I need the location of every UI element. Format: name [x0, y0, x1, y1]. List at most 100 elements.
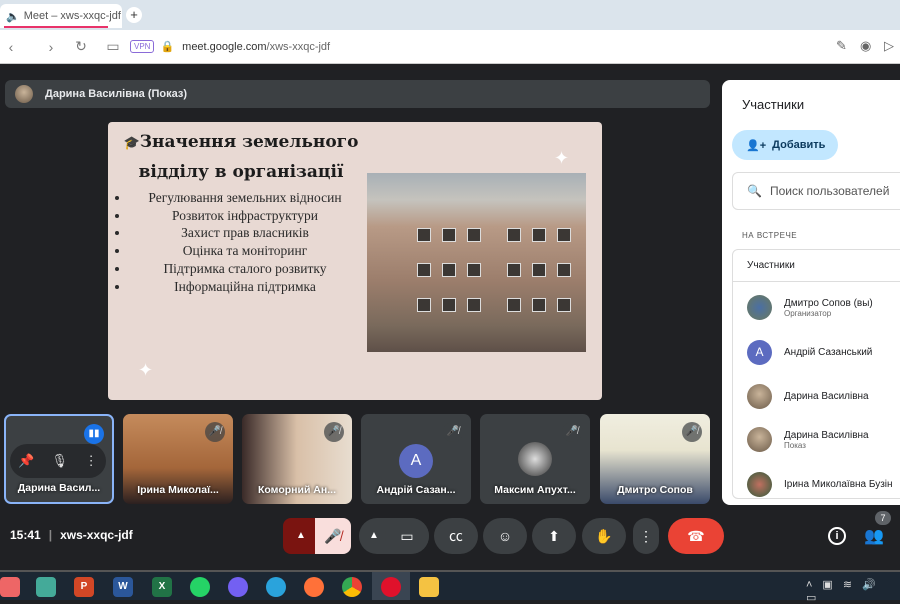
- search-placeholder: Поиск пользователей: [769, 184, 890, 198]
- captions-button[interactable]: ㏄: [434, 518, 478, 554]
- send-icon[interactable]: ▷: [884, 38, 894, 54]
- participant-name: Дмитро Сопов (вы): [784, 297, 873, 309]
- more-icon: ⋮: [639, 528, 653, 544]
- back-icon[interactable]: ‹: [0, 39, 22, 55]
- search-input[interactable]: 🔍 Поиск пользователей: [732, 172, 900, 210]
- url-field[interactable]: meet.google.com/xws-xxqc-jdf: [182, 41, 330, 53]
- meeting-time: 15:41: [10, 528, 41, 542]
- mic-icon[interactable]: 🎙: [51, 453, 68, 469]
- opera-icon[interactable]: [381, 577, 401, 597]
- participant-role: Организатор: [784, 308, 832, 318]
- participant-name: Дарина Василівна: [784, 391, 869, 402]
- reactions-button[interactable]: ☺: [483, 518, 527, 554]
- vpn-badge[interactable]: VPN: [130, 40, 155, 53]
- avatar: [747, 472, 772, 497]
- tile-name: Дарина Васил...: [17, 482, 101, 494]
- tile-name: Ірина Миколаї...: [137, 484, 219, 496]
- tile-name: Коморний Ан...: [258, 484, 336, 496]
- mic-off-icon: 🎤̸: [682, 422, 702, 442]
- participant-name: Дарина Василівна: [784, 429, 869, 441]
- meeting-info: 15:41 | xws-xxqc-jdf: [10, 528, 133, 542]
- more-icon[interactable]: ⋮: [85, 453, 98, 469]
- camera-button[interactable]: ▭: [385, 518, 429, 554]
- speaking-icon: ▮▮: [84, 424, 104, 444]
- participant-tile[interactable]: 🎤̸ Максим Апухт...: [480, 414, 590, 504]
- tab-recording-indicator: [4, 26, 108, 28]
- firefox-icon[interactable]: [304, 577, 324, 597]
- participant-count-badge: 7: [875, 511, 891, 525]
- taskbar: P W X ˄▣≋🔊▭: [0, 570, 900, 604]
- add-person-icon: 👤+: [746, 139, 767, 152]
- avatar: [518, 442, 552, 476]
- forward-icon[interactable]: ›: [40, 39, 62, 55]
- bullet: Регулювання земельних відносин: [130, 189, 360, 207]
- meeting-code: xws-xxqc-jdf: [60, 528, 133, 542]
- add-people-button[interactable]: 👤+ Добавить: [732, 130, 838, 160]
- participant-item[interactable]: Дарина Василівна: [747, 384, 869, 409]
- word-icon[interactable]: W: [113, 577, 133, 597]
- sparkle-icon: ✦: [554, 148, 570, 168]
- system-tray-icons[interactable]: ˄▣≋🔊▭: [806, 578, 900, 604]
- file-explorer-icon[interactable]: [419, 577, 439, 597]
- avatar: [15, 85, 33, 103]
- participant-item[interactable]: Дарина Василівна Показ: [747, 427, 869, 452]
- browser-tab[interactable]: 🔈 Meet – xws-xxqc-jdf: [0, 4, 122, 28]
- telegram-icon[interactable]: [266, 577, 286, 597]
- mic-off-button[interactable]: 🎤̸: [315, 518, 351, 554]
- viber-icon[interactable]: [228, 577, 248, 597]
- chrome-icon[interactable]: [342, 577, 362, 597]
- info-button[interactable]: i: [828, 527, 846, 545]
- people-button[interactable]: 👥: [864, 526, 884, 546]
- avatar: [747, 295, 772, 320]
- avatar: А: [399, 444, 433, 478]
- screenshot-icon[interactable]: ◉: [860, 38, 871, 54]
- video-icon: ▭: [400, 528, 414, 544]
- end-call-button[interactable]: ☎: [668, 518, 724, 554]
- avatar: А: [747, 340, 772, 365]
- participant-tile[interactable]: 🎤̸ А Андрій Сазан...: [361, 414, 471, 504]
- raise-hand-button[interactable]: ✋: [582, 518, 626, 554]
- graduation-cap-icon: 🎓: [123, 136, 140, 151]
- present-icon: ⬆: [548, 528, 560, 544]
- audio-options-button[interactable]: ▲: [283, 518, 319, 554]
- camera-icon[interactable]: ▭: [102, 38, 124, 55]
- slide-title: 🎓Значення земельного відділу в організац…: [123, 132, 359, 182]
- tile-name: Максим Апухт...: [494, 484, 576, 496]
- pin-icon[interactable]: 📌: [18, 453, 34, 469]
- participant-item[interactable]: Дмитро Сопов (вы) Организатор: [747, 295, 873, 320]
- participant-tile[interactable]: 🎤̸ Коморний Ан...: [242, 414, 352, 504]
- more-options-button[interactable]: ⋮: [633, 518, 659, 554]
- people-icon: 👥: [864, 528, 884, 545]
- building-photo: [367, 173, 586, 352]
- reload-icon[interactable]: ↻: [70, 38, 92, 55]
- add-label: Добавить: [772, 139, 826, 151]
- presenter-label: Дарина Василівна (Показ): [45, 88, 187, 100]
- slide-bullets: Регулювання земельних відносин Розвиток …: [130, 189, 360, 295]
- emoji-icon: ☺: [497, 528, 513, 544]
- speaker-icon: 🔈: [6, 10, 20, 23]
- tile-name: Андрій Сазан...: [376, 484, 456, 496]
- lock-icon: 🔒: [160, 41, 175, 53]
- presentation-slide: 🎓Значення земельного відділу в організац…: [108, 122, 602, 400]
- paint-icon[interactable]: [36, 577, 56, 597]
- participant-role: Показ: [784, 440, 806, 450]
- hang-up-icon: ☎: [687, 528, 705, 544]
- bullet: Підтримка сталого розвитку: [130, 260, 360, 278]
- participant-tile[interactable]: 🎤̸ Ірина Миколаї...: [123, 414, 233, 504]
- sparkle-icon: ✦: [138, 360, 154, 380]
- excel-icon[interactable]: X: [152, 577, 172, 597]
- bullet: Інформаційна підтримка: [130, 278, 360, 296]
- powerpoint-icon[interactable]: P: [74, 577, 94, 597]
- participant-name: Андрій Сазанський: [784, 347, 873, 358]
- participant-tile[interactable]: ▮▮ 📌 🎙 ⋮ Дарина Васил...: [4, 414, 114, 504]
- participant-tile[interactable]: 🎤̸ Дмитро Сопов: [600, 414, 710, 504]
- group-header[interactable]: Участники: [733, 250, 900, 282]
- media-player-icon[interactable]: [0, 577, 20, 597]
- edit-icon[interactable]: ✎: [836, 38, 847, 54]
- mic-off-icon: 🎤̸: [205, 422, 225, 442]
- participant-item[interactable]: А Андрій Сазанський: [747, 340, 872, 365]
- participant-item[interactable]: Ірина Миколаївна Бузін: [747, 472, 893, 497]
- new-tab-button[interactable]: +: [126, 7, 142, 23]
- whatsapp-icon[interactable]: [190, 577, 210, 597]
- present-button[interactable]: ⬆: [532, 518, 576, 554]
